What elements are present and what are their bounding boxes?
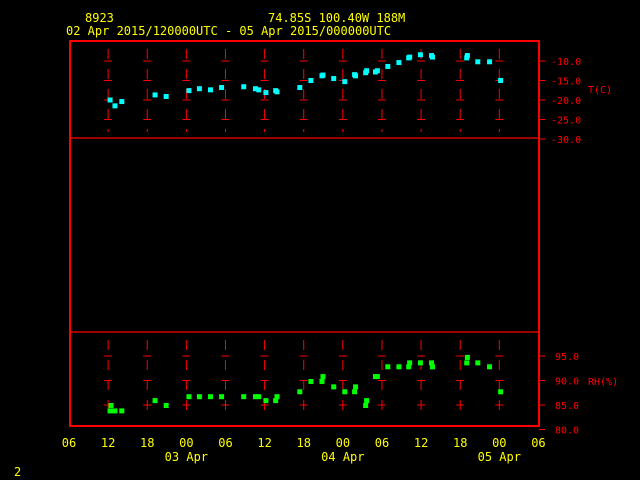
rh-point — [331, 384, 337, 390]
rh-point — [374, 374, 380, 380]
temp-point — [196, 86, 202, 92]
x-date-label: 03 Apr — [165, 450, 208, 464]
temp-point — [256, 87, 262, 93]
rh-tick-label: 85.0 — [555, 401, 579, 412]
temp-point — [364, 68, 370, 74]
temp-tick-label: -20.0 — [551, 96, 581, 107]
temp-point — [331, 76, 337, 82]
temp-point — [385, 63, 391, 69]
temp-point — [475, 59, 481, 65]
temp-point — [407, 54, 413, 60]
temp-point — [241, 84, 247, 90]
rh-point — [263, 398, 269, 404]
x-tick-label: 18 — [296, 436, 310, 450]
rh-tick-label: 95.0 — [555, 352, 579, 363]
temp-point — [353, 73, 359, 79]
x-tick-label: 06 — [375, 436, 389, 450]
x-tick-label: 00 — [336, 436, 350, 450]
temp-point — [498, 78, 504, 83]
rh-point — [487, 364, 493, 370]
temp-point — [374, 68, 380, 74]
temp-point — [417, 52, 423, 58]
page-number: 2 — [14, 465, 21, 479]
rh-point — [319, 378, 325, 384]
rh-point — [241, 394, 247, 400]
rh-point — [363, 402, 369, 408]
rh-point — [107, 408, 113, 414]
x-tick-label: 06 — [531, 436, 545, 450]
temp-point — [107, 97, 113, 103]
x-tick-label: 12 — [257, 436, 271, 450]
station-id: 8923 — [85, 11, 114, 25]
temp-tick-label: -10.0 — [551, 57, 581, 68]
rh-point — [112, 408, 118, 414]
rh-point — [429, 364, 435, 370]
rh-point — [385, 364, 391, 370]
x-tick-label: 00 — [492, 436, 506, 450]
rh-axis-label: RH(%) — [588, 377, 618, 388]
rh-tick-label: 80.0 — [555, 426, 579, 437]
rh-point — [308, 378, 314, 384]
rh-point — [352, 389, 358, 395]
rh-point — [320, 374, 326, 380]
x-tick-label: 06 — [218, 436, 232, 450]
temp-point — [342, 79, 348, 85]
rh-point — [353, 384, 359, 390]
temp-tick-label: -25.0 — [551, 116, 581, 127]
rh-point — [364, 398, 370, 404]
temp-point — [219, 85, 225, 91]
temp-tick-label: -30.0 — [551, 135, 581, 146]
temp-point — [464, 53, 470, 59]
rh-point — [407, 360, 413, 366]
x-date-label: 05 Apr — [478, 450, 521, 464]
temp-point — [186, 88, 192, 94]
temp-point — [207, 87, 213, 93]
temp-point — [119, 99, 125, 105]
x-tick-label: 12 — [101, 436, 115, 450]
temp-point — [263, 90, 269, 96]
rh-point — [475, 360, 481, 366]
temp-point — [152, 92, 158, 98]
rh-point — [464, 360, 470, 366]
rh-point — [274, 394, 280, 400]
meteogram: 8923 74.85S 100.40W 188M 02 Apr 2015/120… — [14, 11, 618, 479]
temp-axis-label: T(C) — [588, 85, 612, 96]
x-tick-label: 18 — [140, 436, 154, 450]
rh-point — [256, 394, 262, 400]
plot-frame — [69, 40, 540, 427]
rh-point — [219, 394, 225, 400]
temp-tick-label: -15.0 — [551, 77, 581, 88]
x-tick-label: 00 — [179, 436, 193, 450]
temp-point — [274, 89, 280, 95]
rh-point — [186, 394, 192, 400]
x-tick-label: 18 — [453, 436, 467, 450]
temp-point — [320, 72, 326, 78]
rh-point — [119, 408, 125, 414]
rh-tick-label: 90.0 — [555, 377, 579, 388]
temp-point — [308, 78, 314, 83]
rh-point — [417, 360, 423, 366]
rh-point — [342, 389, 348, 395]
rh-point — [152, 398, 158, 404]
temp-point — [487, 59, 493, 65]
time-period: 02 Apr 2015/120000UTC - 05 Apr 2015/0000… — [66, 24, 391, 38]
station-location: 74.85S 100.40W 188M — [268, 11, 405, 25]
rh-point — [108, 402, 114, 408]
rh-point — [498, 389, 504, 395]
rh-point — [464, 354, 470, 360]
rh-point — [396, 364, 402, 370]
temp-point — [163, 93, 169, 99]
x-date-label: 04 Apr — [321, 450, 364, 464]
temp-point — [429, 54, 435, 60]
temp-point — [112, 103, 118, 109]
rh-point — [163, 402, 169, 408]
x-tick-label: 06 — [62, 436, 76, 450]
rh-point — [207, 394, 213, 400]
x-tick-label: 12 — [414, 436, 428, 450]
temp-point — [396, 60, 402, 66]
rh-point — [297, 389, 303, 395]
temp-point — [297, 85, 303, 91]
rh-point — [196, 394, 202, 400]
